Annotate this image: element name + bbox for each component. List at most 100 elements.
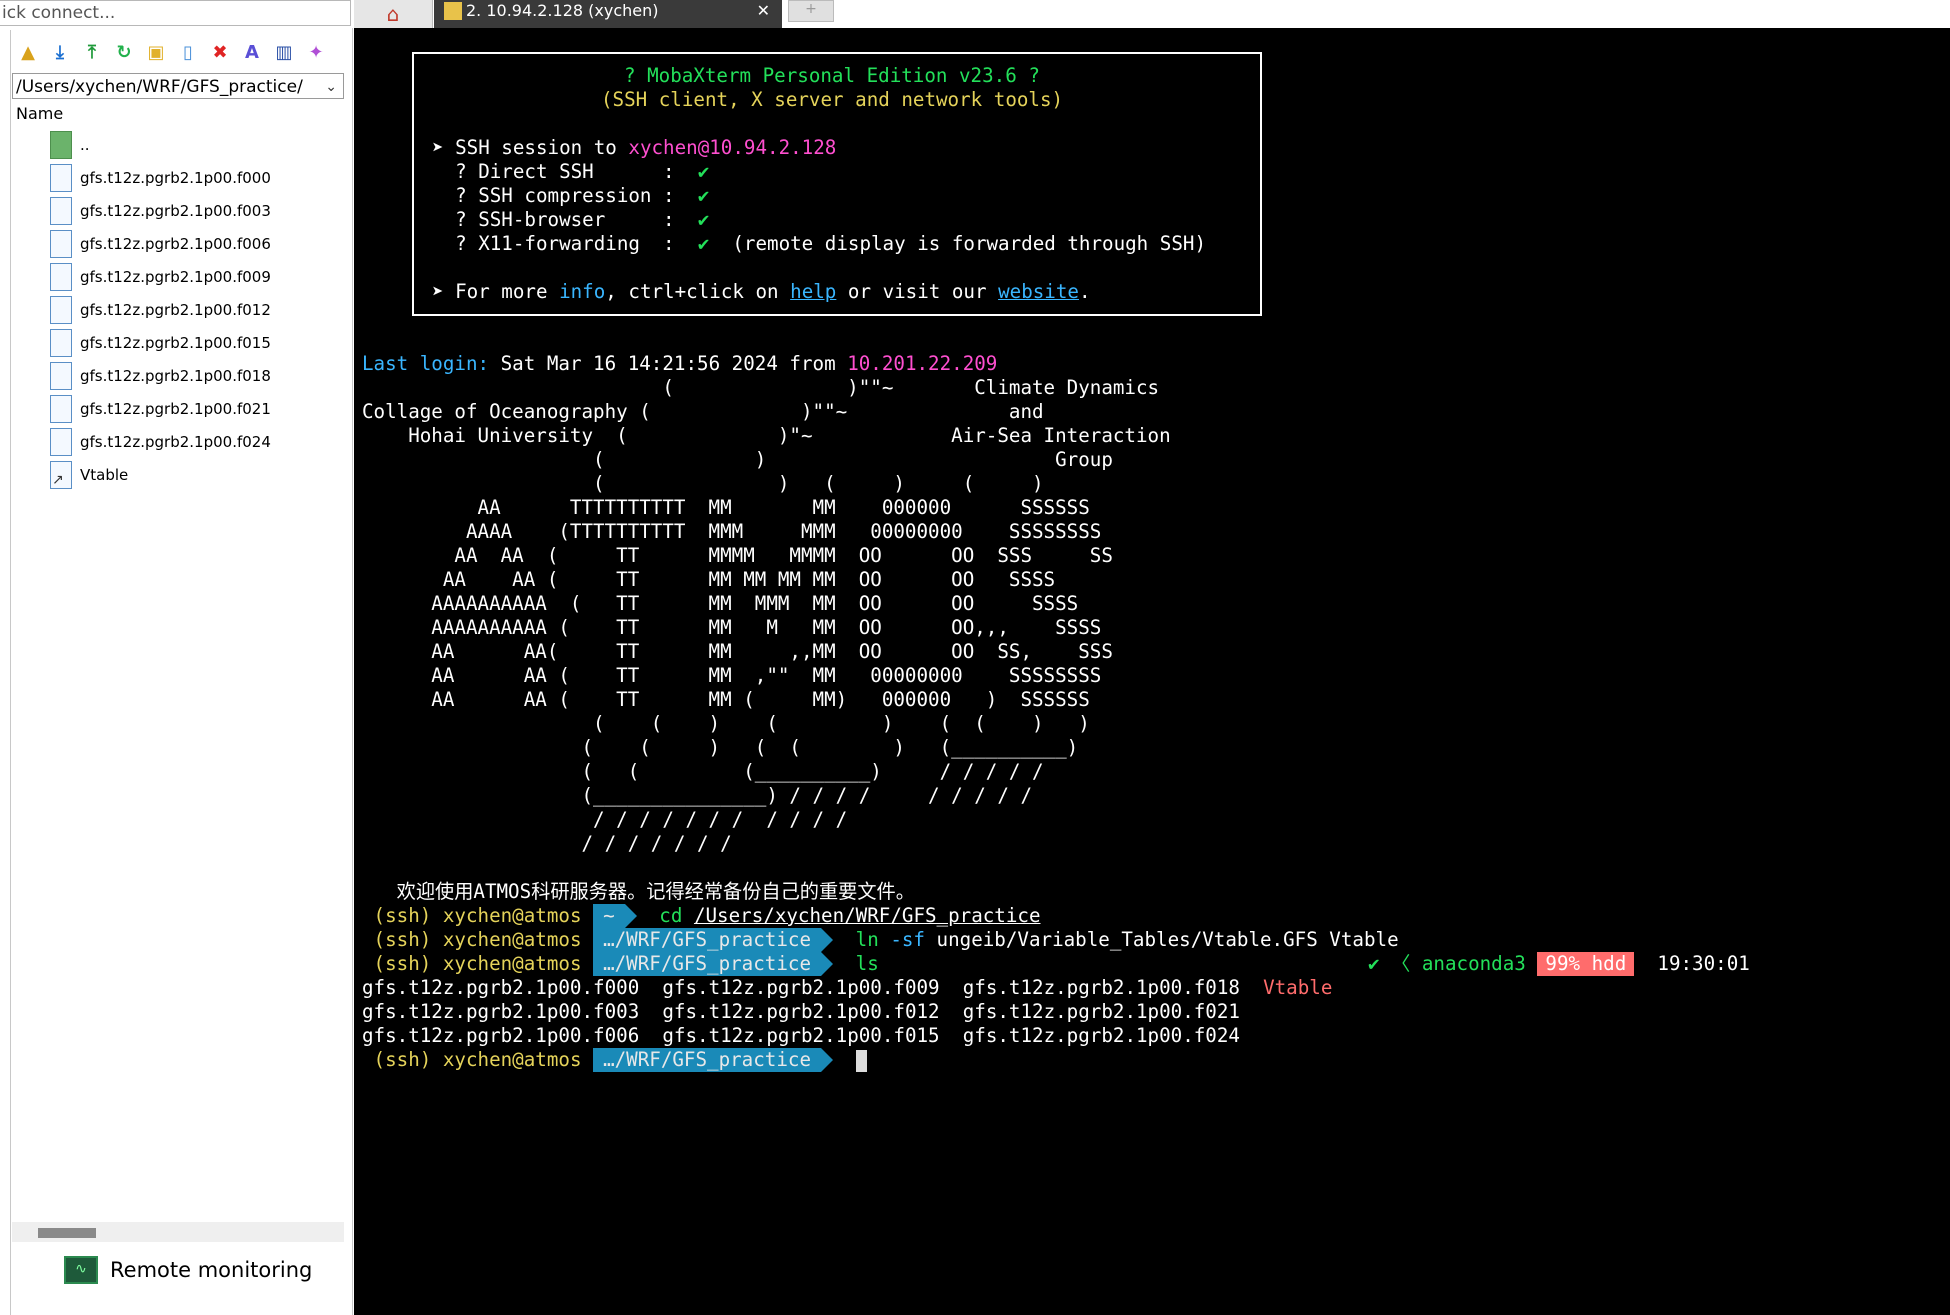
- new-tab-button[interactable]: +: [788, 0, 834, 22]
- help-link[interactable]: help: [790, 280, 836, 303]
- banner-x11: ? X11-forwarding : ✔ (remote display is …: [432, 232, 1206, 255]
- list-item[interactable]: gfs.t12z.pgrb2.1p00.f021: [50, 392, 271, 425]
- path-text: /Users/xychen/WRF/GFS_practice/: [16, 77, 303, 97]
- prompt-line-3: (ssh) xychen@atmos …/WRF/GFS_practice ls: [362, 952, 879, 976]
- ascii-art-line: AA AA ( TT MM ( MM) 000000 ) SSSSSS: [362, 688, 1090, 711]
- new-file-icon[interactable]: ▯: [174, 38, 202, 66]
- sftp-toolbar: ▲ ⤓ ⤒ ↻ ▣ ▯ ✖ A ▥ ✦: [14, 38, 330, 66]
- ascii-art-line: ( ( (__________) / / / / /: [362, 760, 1044, 783]
- monitor-icon: ∿: [64, 1256, 98, 1284]
- download-icon[interactable]: ⤓: [46, 38, 74, 66]
- file-name: gfs.t12z.pgrb2.1p00.f000: [80, 168, 271, 187]
- path-dropdown[interactable]: /Users/xychen/WRF/GFS_practice/ ⌄: [12, 73, 344, 99]
- terminal[interactable]: ? MobaXterm Personal Edition v23.6 ? (SS…: [354, 28, 1950, 1315]
- banner-browser: ? SSH-browser : ✔: [432, 208, 710, 231]
- file-icon: [50, 394, 72, 423]
- file-name: gfs.t12z.pgrb2.1p00.f003: [80, 201, 271, 220]
- file-name: gfs.t12z.pgrb2.1p00.f024: [80, 432, 271, 451]
- file-name: gfs.t12z.pgrb2.1p00.f018: [80, 366, 271, 385]
- quick-connect-input[interactable]: ick connect...: [0, 0, 351, 26]
- parent-folder-icon[interactable]: ▲: [14, 38, 42, 66]
- ls-row: gfs.t12z.pgrb2.1p00.f006 gfs.t12z.pgrb2.…: [362, 1024, 1240, 1047]
- last-login-line: Last login: Sat Mar 16 14:21:56 2024 fro…: [362, 352, 998, 375]
- new-folder-icon[interactable]: ▣: [142, 38, 170, 66]
- rename-icon[interactable]: A: [238, 38, 266, 66]
- text-cursor: [855, 1049, 867, 1072]
- upload-icon[interactable]: ⤒: [78, 38, 106, 66]
- list-item[interactable]: gfs.t12z.pgrb2.1p00.f003: [50, 194, 271, 227]
- scrollbar-thumb[interactable]: [38, 1228, 96, 1238]
- ascii-art-line: AAAAAAAAAA ( TT MM MMM MM OO OO SSSS: [362, 592, 1079, 615]
- list-item[interactable]: gfs.t12z.pgrb2.1p00.f000: [50, 161, 271, 194]
- file-name: gfs.t12z.pgrb2.1p00.f021: [80, 399, 271, 418]
- tab-bar: ⌂ 2. 10.94.2.128 (xychen) ✕ +: [352, 0, 1950, 28]
- ascii-art-line: / / / / / / / / / / /: [362, 808, 848, 831]
- file-name: gfs.t12z.pgrb2.1p00.f009: [80, 267, 271, 286]
- file-name: gfs.t12z.pgrb2.1p00.f006: [80, 234, 271, 253]
- horizontal-scrollbar[interactable]: [12, 1222, 344, 1242]
- ascii-art-line: AA AA( TT MM ,,MM OO OO SS, SSS: [362, 640, 1113, 663]
- prompt-line-2: (ssh) xychen@atmos …/WRF/GFS_practice ln…: [362, 928, 1399, 952]
- file-icon: [50, 427, 72, 456]
- list-item[interactable]: gfs.t12z.pgrb2.1p00.f006: [50, 227, 271, 260]
- website-link[interactable]: website: [998, 280, 1079, 303]
- file-icon: [50, 163, 72, 192]
- list-item[interactable]: gfs.t12z.pgrb2.1p00.f015: [50, 326, 271, 359]
- magic-wand-icon[interactable]: ✦: [302, 38, 330, 66]
- terminal-icon: [444, 2, 462, 20]
- ascii-art-line: Collage of Oceanography ( )""~ and: [362, 400, 1044, 423]
- home-tab[interactable]: ⌂: [354, 0, 433, 28]
- file-list: .. gfs.t12z.pgrb2.1p00.f000 gfs.t12z.pgr…: [50, 128, 271, 491]
- file-name: Vtable: [80, 465, 129, 484]
- ascii-art-line: AA AA ( TT MMMM MMMM OO OO SSS SS: [362, 544, 1113, 567]
- file-icon: [50, 262, 72, 291]
- ascii-art-line: AAAAAAAAAA ( TT MM M MM OO OO,,, SSSS: [362, 616, 1102, 639]
- file-icon: [50, 229, 72, 258]
- remote-monitoring-button[interactable]: ∿ Remote monitoring: [64, 1256, 312, 1284]
- home-icon: ⌂: [386, 2, 400, 26]
- list-item[interactable]: gfs.t12z.pgrb2.1p00.f012: [50, 293, 271, 326]
- banner-compression: ? SSH compression : ✔: [432, 184, 710, 207]
- delete-icon[interactable]: ✖: [206, 38, 234, 66]
- file-icon: [50, 295, 72, 324]
- ascii-art-line: ( ) ( ) ( ): [362, 472, 1044, 495]
- list-item[interactable]: gfs.t12z.pgrb2.1p00.f009: [50, 260, 271, 293]
- refresh-icon[interactable]: ↻: [110, 38, 138, 66]
- ascii-art-line: (_______________) / / / / / / / / /: [362, 784, 1033, 807]
- ls-row: gfs.t12z.pgrb2.1p00.f000 gfs.t12z.pgrb2.…: [362, 976, 1333, 999]
- prompt-segment: ~: [593, 904, 637, 928]
- list-item[interactable]: gfs.t12z.pgrb2.1p00.f018: [50, 359, 271, 392]
- ascii-art-line: AA TTTTTTTTTT MM MM 000000 SSSSSS: [362, 496, 1090, 519]
- ascii-art-line: ( )""~ Climate Dynamics: [362, 376, 1160, 399]
- list-item[interactable]: ..: [50, 128, 271, 161]
- status-bar: ✔ 〈 anaconda3 99% hdd 19:30:01: [1368, 952, 1750, 976]
- name-column-header[interactable]: Name: [16, 104, 63, 123]
- tab-label: 2. 10.94.2.128 (xychen): [466, 1, 659, 20]
- banner-info: ➤ For more info, ctrl+click on help or v…: [432, 280, 1091, 303]
- prompt-segment: …/WRF/GFS_practice: [593, 928, 833, 952]
- ascii-art-line: AAAA (TTTTTTTTTT MMM MMM 00000000 SSSSSS…: [362, 520, 1102, 543]
- file-icon: [50, 196, 72, 225]
- prompt-segment: …/WRF/GFS_practice: [593, 952, 833, 976]
- symlink-icon: [50, 460, 72, 489]
- ascii-art-line: ( ) Group: [362, 448, 1113, 471]
- remote-monitoring-label: Remote monitoring: [110, 1258, 313, 1282]
- file-name: gfs.t12z.pgrb2.1p00.f015: [80, 333, 271, 352]
- tab-session[interactable]: 2. 10.94.2.128 (xychen) ✕: [434, 0, 782, 28]
- banner-session: ➤ SSH session to xychen@10.94.2.128: [432, 136, 837, 159]
- close-icon[interactable]: ✕: [757, 0, 770, 22]
- file-name: gfs.t12z.pgrb2.1p00.f012: [80, 300, 271, 319]
- welcome-message: 欢迎使用ATMOS科研服务器。记得经常备份自己的重要文件。: [362, 880, 915, 903]
- toggle-hidden-icon[interactable]: ▥: [270, 38, 298, 66]
- list-item[interactable]: Vtable: [50, 458, 271, 491]
- sftp-panel: ick connect... ▲ ⤓ ⤒ ↻ ▣ ▯ ✖ A ▥ ✦ /User…: [0, 0, 353, 1315]
- banner-direct-ssh: ? Direct SSH : ✔: [432, 160, 710, 183]
- list-item[interactable]: gfs.t12z.pgrb2.1p00.f024: [50, 425, 271, 458]
- parent-folder-icon: [50, 130, 72, 159]
- ascii-art-line: AA AA ( TT MM MM MM MM OO OO SSSS: [362, 568, 1056, 591]
- ascii-art-line: ( ( ) ( ) ( ( ) ): [362, 712, 1090, 735]
- chevron-down-icon[interactable]: ⌄: [325, 74, 337, 100]
- ascii-art-line: AA AA ( TT MM ,"" MM 00000000 SSSSSSSS: [362, 664, 1102, 687]
- banner-title: ? MobaXterm Personal Edition v23.6 ?: [624, 64, 1040, 87]
- prompt-segment: …/WRF/GFS_practice: [593, 1048, 833, 1072]
